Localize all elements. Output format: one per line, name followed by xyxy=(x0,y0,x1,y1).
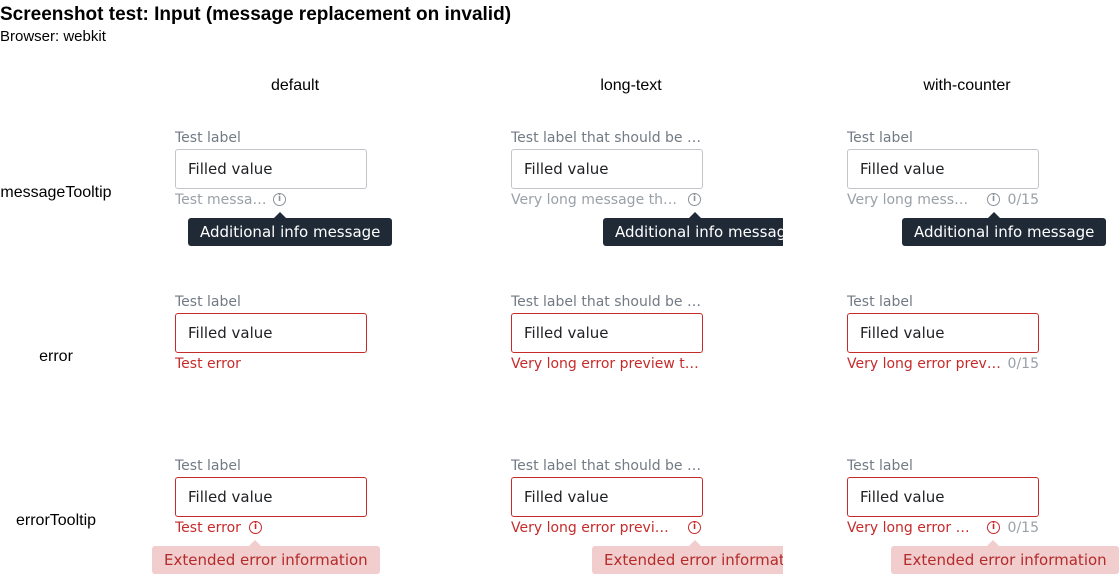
message-row: Very long error previ… 0/15 xyxy=(847,354,1039,374)
input-cell-error-default: Test label Filled value Test error xyxy=(175,292,367,412)
character-counter: 0/15 xyxy=(1007,356,1039,372)
input-cell-error-with-counter: Test label Filled value Very long error … xyxy=(847,292,1039,412)
message-row: Very long messa… i 0/15 xyxy=(847,190,1039,210)
text-input[interactable]: Filled value xyxy=(847,477,1039,517)
page-title: Screenshot test: Input (message replacem… xyxy=(0,4,512,25)
text-input[interactable]: Filled value xyxy=(511,149,703,189)
text-input[interactable]: Filled value xyxy=(847,149,1039,189)
text-input[interactable]: Filled value xyxy=(175,149,367,189)
error-message: Very long error previ… xyxy=(847,356,1001,372)
message-row: Very long error preview th… xyxy=(511,354,703,374)
text-input[interactable]: Filled value xyxy=(175,313,367,353)
column-header-default: default xyxy=(270,77,320,94)
field-message: Very long messa… xyxy=(847,192,975,208)
text-input[interactable]: Filled value xyxy=(175,477,367,517)
input-value: Filled value xyxy=(860,324,945,342)
input-cell-error-tooltip-with-counter: Test label Filled value Very long error … xyxy=(847,456,1119,576)
field-label: Test label xyxy=(175,458,241,474)
field-label: Test label xyxy=(847,294,913,310)
info-tooltip: Additional info message xyxy=(603,212,783,246)
field-label: Test label xyxy=(175,294,241,310)
column-header-long-text: long-text xyxy=(600,77,662,94)
row-header-error: error xyxy=(39,348,73,365)
info-icon[interactable]: i xyxy=(987,193,1000,206)
input-cell-message-tooltip-long-text: Test label that should be t… Filled valu… xyxy=(511,128,783,248)
column-header-with-counter: with-counter xyxy=(923,77,1011,94)
row-header-error-tooltip: errorTooltip xyxy=(15,512,97,529)
input-cell-message-tooltip-default: Test label Filled value Test message i A… xyxy=(175,128,393,248)
input-value: Filled value xyxy=(860,160,945,178)
input-cell-message-tooltip-with-counter: Test label Filled value Very long messa…… xyxy=(847,128,1107,248)
message-row: Test error i xyxy=(175,518,367,538)
input-value: Filled value xyxy=(860,488,945,506)
message-row: Test message i xyxy=(175,190,367,210)
error-tooltip: Extended error information xyxy=(152,540,380,574)
field-label: Test label xyxy=(847,130,913,146)
error-info-icon[interactable]: i xyxy=(249,521,262,534)
character-counter: 0/15 xyxy=(1007,192,1039,208)
input-value: Filled value xyxy=(188,488,273,506)
info-tooltip: Additional info message xyxy=(902,212,1107,246)
message-row: Very long error p… i 0/15 xyxy=(847,518,1039,538)
error-info-icon[interactable]: i xyxy=(987,521,1000,534)
text-input[interactable]: Filled value xyxy=(847,313,1039,353)
character-counter: 0/15 xyxy=(1007,520,1039,536)
message-row: Very long error previe… i xyxy=(511,518,703,538)
field-label: Test label xyxy=(847,458,913,474)
input-cell-error-tooltip-default: Test label Filled value Test error i Ext… xyxy=(152,456,380,576)
field-message: Very long message tha… xyxy=(511,192,681,208)
field-message: Test message xyxy=(175,192,267,208)
error-tooltip: Extended error information xyxy=(592,540,783,574)
error-tooltip: Extended error information xyxy=(891,540,1119,574)
error-message: Very long error p… xyxy=(847,520,977,536)
error-message: Very long error preview th… xyxy=(511,356,703,372)
info-icon[interactable]: i xyxy=(273,193,286,206)
info-tooltip: Additional info message xyxy=(188,212,393,246)
error-info-icon[interactable]: i xyxy=(688,521,701,534)
browser-subtitle: Browser: webkit xyxy=(0,28,106,45)
field-label: Test label xyxy=(175,130,241,146)
field-label: Test label that should be t… xyxy=(511,294,703,310)
input-value: Filled value xyxy=(188,324,273,342)
field-label: Test label that should be t… xyxy=(511,458,703,474)
error-message: Very long error previe… xyxy=(511,520,677,536)
row-header-message-tooltip: messageTooltip xyxy=(0,184,112,201)
field-label: Test label that should be t… xyxy=(511,130,703,146)
info-icon[interactable]: i xyxy=(688,193,701,206)
error-message: Test error xyxy=(175,356,241,372)
text-input[interactable]: Filled value xyxy=(511,477,703,517)
message-row: Test error xyxy=(175,354,367,374)
input-value: Filled value xyxy=(188,160,273,178)
text-input[interactable]: Filled value xyxy=(511,313,703,353)
input-cell-error-long-text: Test label that should be t… Filled valu… xyxy=(511,292,703,412)
input-value: Filled value xyxy=(524,488,609,506)
input-cell-error-tooltip-long-text: Test label that should be t… Filled valu… xyxy=(511,456,783,576)
input-value: Filled value xyxy=(524,160,609,178)
error-message: Test error xyxy=(175,520,241,536)
input-value: Filled value xyxy=(524,324,609,342)
message-row: Very long message tha… i xyxy=(511,190,703,210)
